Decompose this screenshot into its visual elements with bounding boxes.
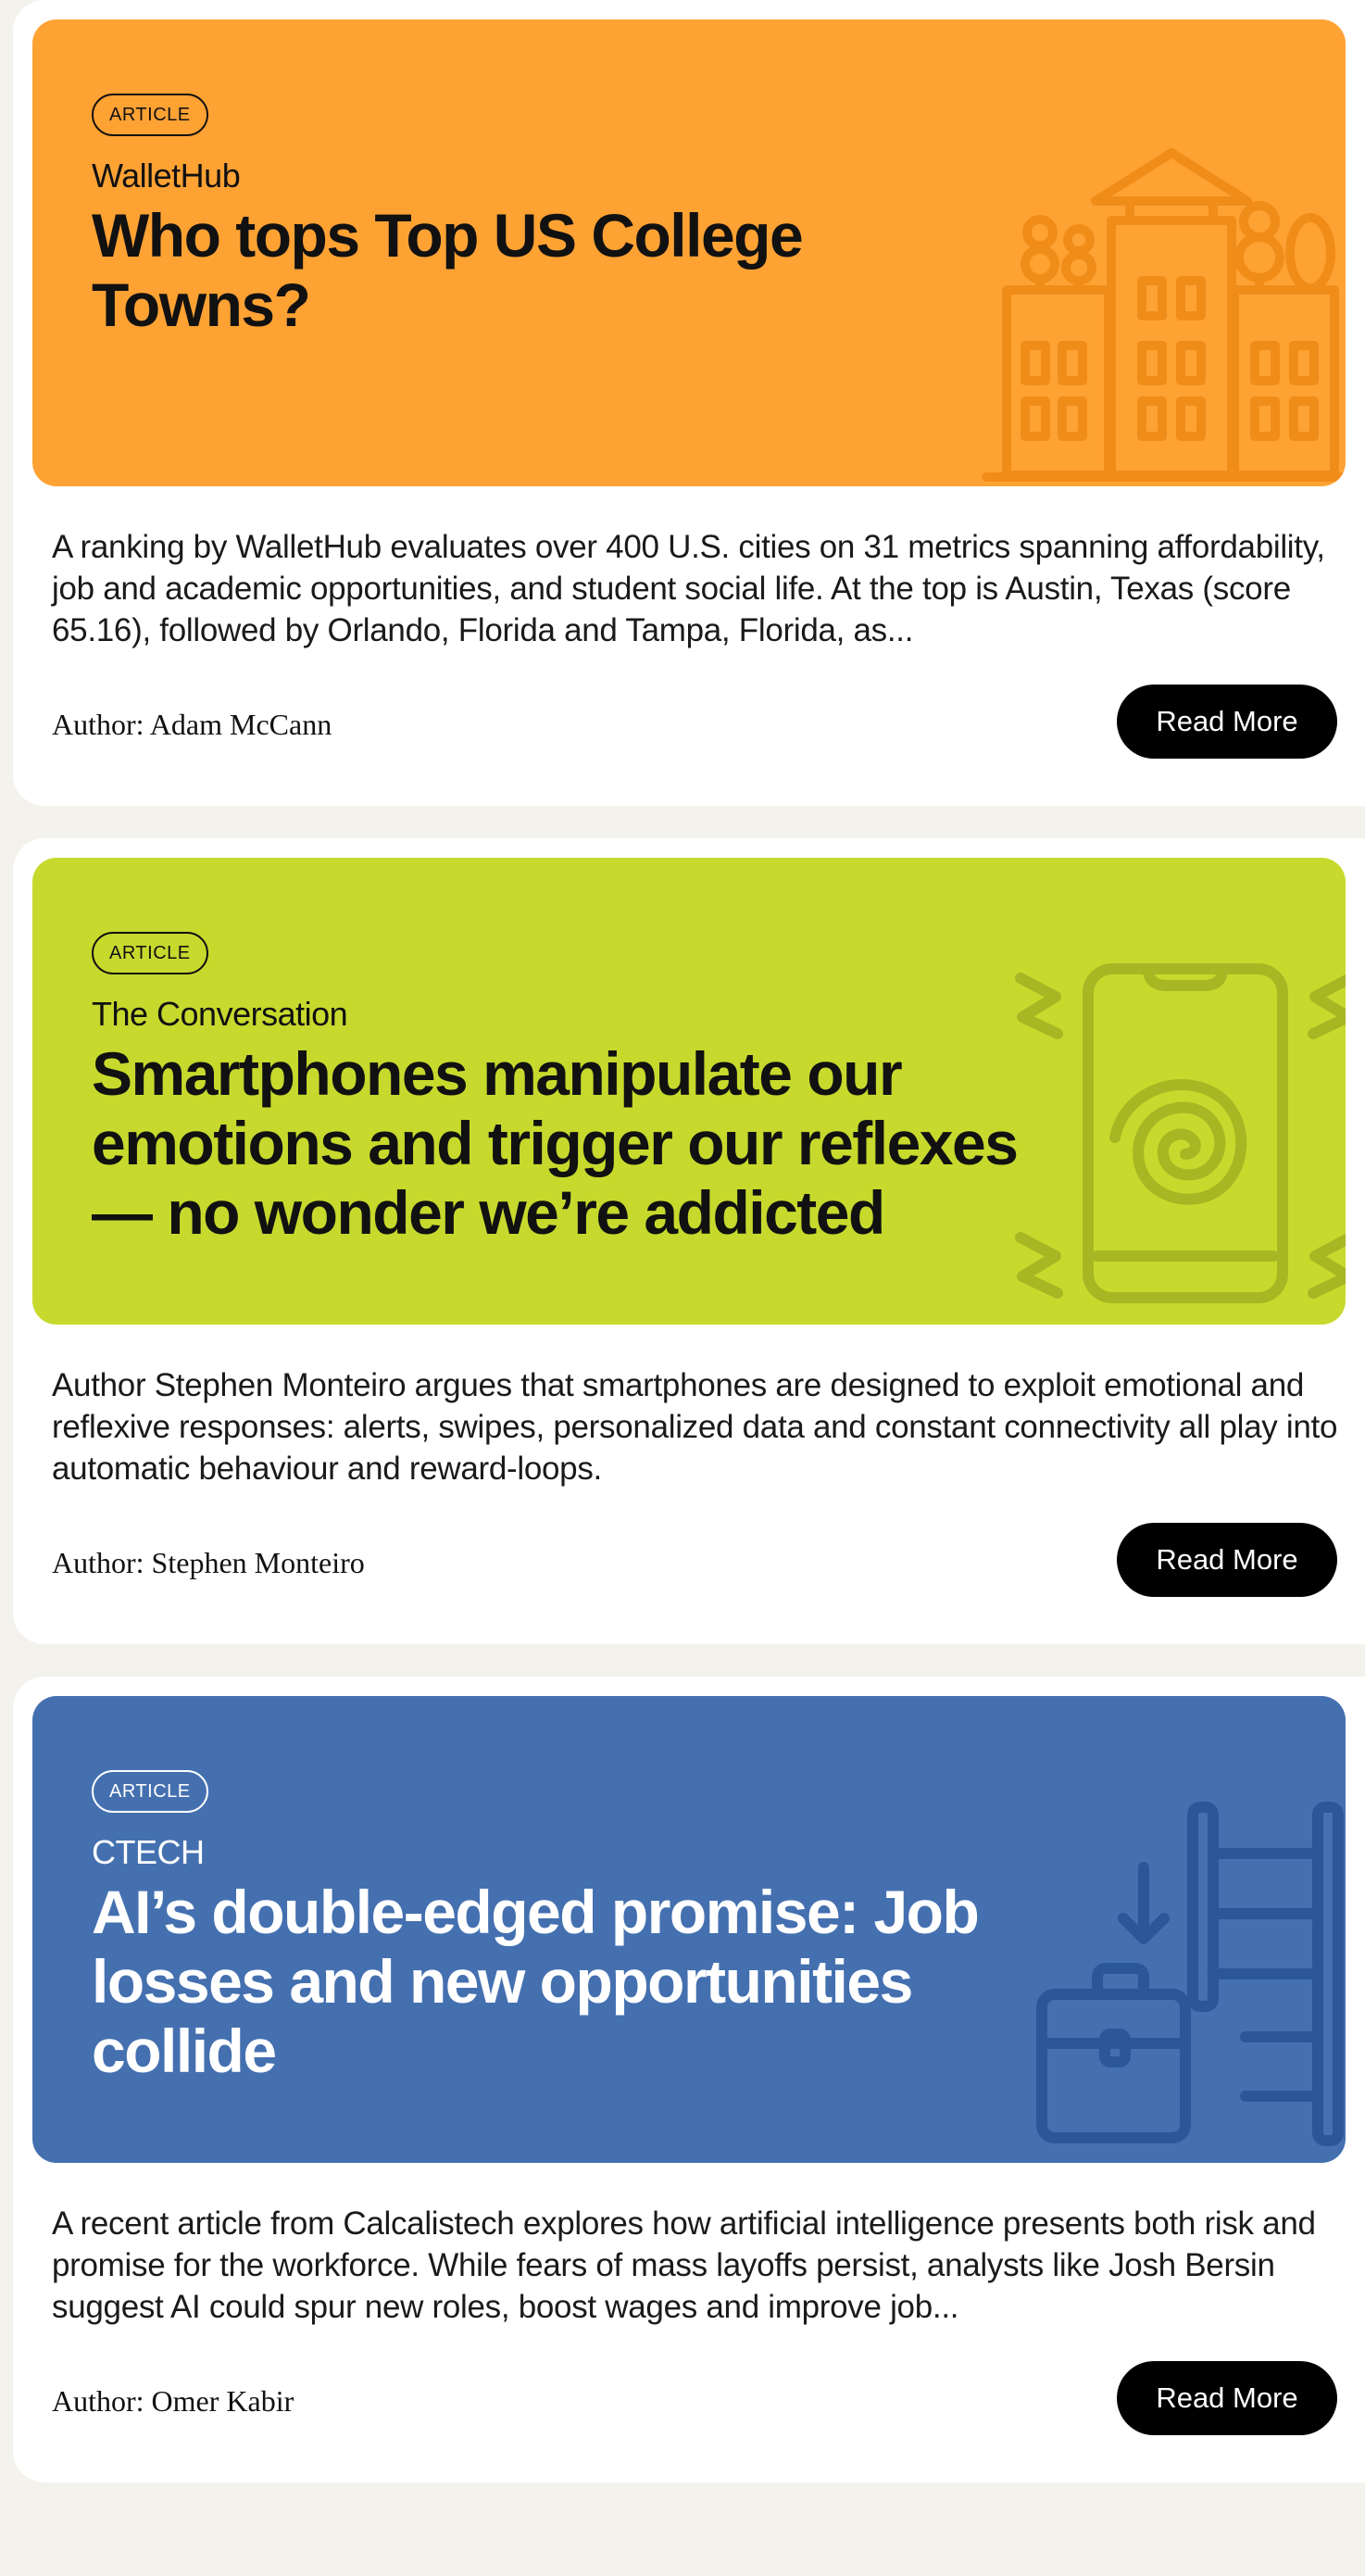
article-description: A recent article from Calcalistech explo… bbox=[52, 2205, 1316, 2325]
read-more-button[interactable]: Read More bbox=[1117, 1523, 1337, 1597]
article-badge: ARTICLE bbox=[92, 94, 208, 136]
article-title: AI’s double-edged promise: Job losses an… bbox=[92, 1878, 980, 2085]
article-author: Author: Adam McCann bbox=[52, 708, 332, 741]
article-source: WalletHub bbox=[92, 157, 241, 195]
article-source: The Conversation bbox=[92, 995, 348, 1033]
read-more-button[interactable]: Read More bbox=[1117, 685, 1337, 759]
article-title: Who tops Top US College Towns? bbox=[92, 201, 804, 339]
article-author: Author: Stephen Monteiro bbox=[52, 1546, 365, 1579]
briefcase-ladder-icon bbox=[1036, 1802, 1344, 2146]
article-hero: ARTICLE WalletHub Who tops Top US Colleg… bbox=[32, 19, 1346, 486]
article-author: Author: Omer Kabir bbox=[52, 2384, 294, 2418]
article-description: A ranking by WalletHub evaluates over 40… bbox=[52, 529, 1325, 648]
article-source: CTECH bbox=[92, 1833, 205, 1871]
article-hero: ARTICLE The Conversation Smartphones man… bbox=[32, 858, 1346, 1325]
article-card: ARTICLE WalletHub Who tops Top US Colleg… bbox=[13, 0, 1365, 806]
hypnotic-smartphone-icon bbox=[1015, 963, 1346, 1303]
college-buildings-icon bbox=[982, 148, 1346, 482]
article-hero: ARTICLE CTECH AI’s double-edged promise:… bbox=[32, 1696, 1346, 2163]
article-card: ARTICLE CTECH AI’s double-edged promise:… bbox=[13, 1677, 1365, 2482]
article-badge: ARTICLE bbox=[92, 932, 208, 974]
article-description: Author Stephen Monteiro argues that smar… bbox=[52, 1367, 1338, 1487]
article-card: ARTICLE The Conversation Smartphones man… bbox=[13, 838, 1365, 1644]
article-badge: ARTICLE bbox=[92, 1770, 208, 1813]
article-title: Smartphones manipulate our emotions and … bbox=[92, 1039, 1019, 1247]
read-more-button[interactable]: Read More bbox=[1117, 2361, 1337, 2435]
